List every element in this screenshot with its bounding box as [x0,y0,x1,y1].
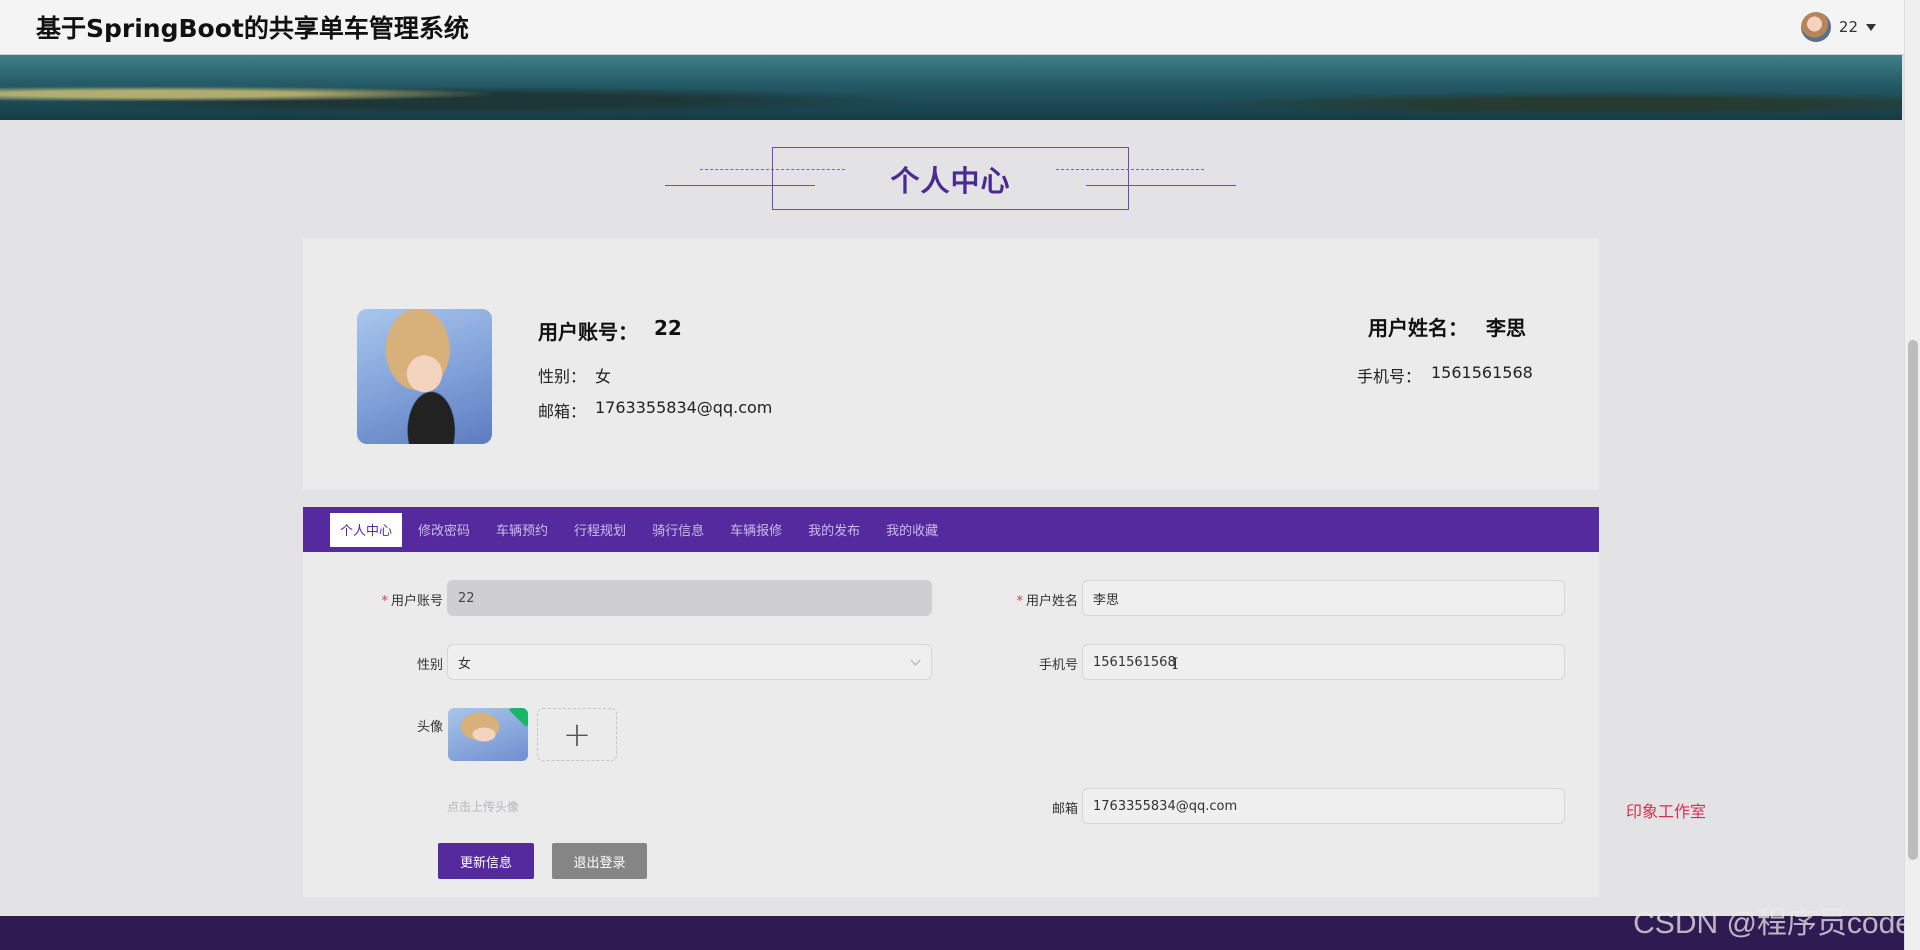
app-title: 基于SpringBoot的共享单车管理系统 [36,14,469,43]
name-field-label: * 用户姓名 [1016,594,1078,609]
watermark: CSDN @程序员code [1633,907,1912,940]
name-field-value: 李思 [1093,592,1120,608]
profile-form: * 用户账号 22 * 用户姓名 李思 性别 女 手机号 1561561568 I … [303,552,1599,897]
heading-box: 个人中心 [772,147,1129,210]
required-mark: * [381,594,388,609]
chevron-down-icon [1866,23,1876,31]
upload-avatar-button[interactable]: + [537,708,617,761]
phone-label: 手机号： [1357,367,1422,386]
email-field[interactable]: 1763355834@qq.com [1082,788,1565,824]
update-info-button[interactable]: 更新信息 [438,843,534,879]
tab-change-password[interactable]: 修改密码 [408,513,480,547]
profile-photo [357,309,492,444]
header-banner-image [0,55,1902,120]
page-title: 个人中心 [890,163,1011,198]
email-field-label: 邮箱 [1051,802,1078,817]
text-cursor: I [1172,654,1179,673]
avatar-field-label: 头像 [416,720,443,735]
plus-icon: + [562,714,592,755]
user-name: 22 [1838,18,1858,36]
studio-note: 印象工作室 [1626,802,1707,821]
page-scrollbar[interactable] [1904,0,1920,950]
account-label: 用户账号： [538,320,638,344]
check-icon [509,708,528,727]
tab-riding-info[interactable]: 骑行信息 [642,513,714,547]
tab-my-posts[interactable]: 我的发布 [798,513,870,547]
tab-trip-planning[interactable]: 行程规划 [564,513,636,547]
tab-personal-center[interactable]: 个人中心 [330,512,403,547]
phone-value: 1561561568 [1431,363,1533,382]
upload-hint: 点击上传头像 [447,800,520,814]
name-value: 李思 [1486,316,1526,340]
phone-field[interactable]: 1561561568 [1082,644,1565,680]
tab-vehicle-reservation[interactable]: 车辆预约 [486,513,558,547]
scrollbar-thumb[interactable] [1908,340,1918,860]
gender-label: 性别： [538,367,587,386]
user-menu[interactable]: 22 [1800,12,1876,42]
required-mark: * [1016,594,1023,609]
phone-field-value: 1561561568 [1093,654,1176,670]
chevron-down-icon [910,655,921,666]
name-field[interactable]: 李思 [1082,580,1565,616]
section-heading: 个人中心 [0,140,1902,220]
email-value: 1763355834@qq.com [595,398,773,417]
tab-my-favorites[interactable]: 我的收藏 [876,513,948,547]
phone-field-label: 手机号 [1038,658,1078,673]
account-value: 22 [654,316,682,340]
tab-vehicle-repair[interactable]: 车辆报修 [720,513,792,547]
logout-button[interactable]: 退出登录 [552,843,647,879]
tab-bar: 个人中心 修改密码 车辆预约 行程规划 骑行信息 车辆报修 我的发布 我的收藏 [303,507,1599,552]
gender-select[interactable]: 女 [447,644,932,680]
gender-value: 女 [595,367,612,386]
top-bar: 基于SpringBoot的共享单车管理系统 22 [0,0,1904,55]
account-field-label: * 用户账号 [381,594,443,609]
email-label: 邮箱： [538,402,587,421]
email-field-value: 1763355834@qq.com [1093,798,1238,814]
account-field[interactable]: 22 [447,580,932,616]
gender-select-value: 女 [458,656,472,672]
gender-field-label: 性别 [416,658,443,673]
name-label: 用户姓名： [1368,316,1468,340]
avatar [1800,12,1831,42]
footer [0,916,1904,950]
account-field-value: 22 [458,590,475,606]
profile-card: 用户账号： 22 性别： 女 邮箱： 1763355834@qq.com 用户姓… [303,238,1599,490]
avatar-thumbnail[interactable] [448,708,528,761]
